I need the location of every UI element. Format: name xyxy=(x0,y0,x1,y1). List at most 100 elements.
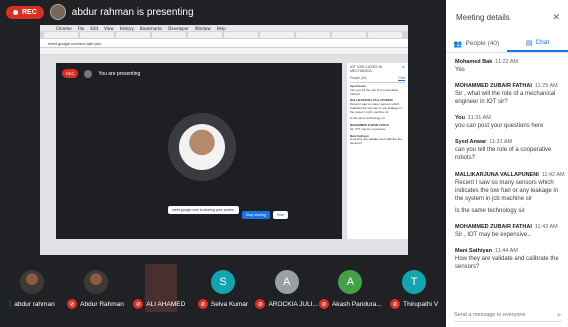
message-author: MOHAMMED ZUBAIR FATHAI xyxy=(455,223,532,230)
participant-label: ⊘ Akash Pandura... xyxy=(318,299,382,309)
mic-off-icon: ⊘ xyxy=(255,299,266,309)
shared-screen: Chrome File Edit View History Bookmarks Develo… xyxy=(40,25,408,255)
message-author: Mani Sathiyan xyxy=(455,248,492,255)
send-icon[interactable]: ➤ xyxy=(556,311,562,319)
inner-message-text: Is the same technology sir xyxy=(350,116,385,121)
chat-icon: ▤ xyxy=(525,39,533,47)
participant-label: ⊘ Selva Kumar xyxy=(197,299,248,309)
message-author: MOHAMMED ZUBAIR FATHAI xyxy=(455,83,532,90)
browser-tab xyxy=(224,32,258,38)
message-header: MOHAMMED ZUBAIR FATHAI 11:43 AM xyxy=(455,224,562,230)
tab-people-label: People (40) xyxy=(465,40,500,47)
message-header: Syed Anwar 11:31 AM xyxy=(455,139,562,145)
meeting-details-panel: Meeting details ✕ 👥 People (40) ▤ Chat M… xyxy=(446,0,568,327)
participant-name: AROCKIA JULI... xyxy=(268,300,318,308)
message-input[interactable] xyxy=(454,311,549,318)
participant-name: Akash Pandura... xyxy=(331,300,382,308)
message-composer: ➤ xyxy=(454,308,562,322)
tab-people[interactable]: 👥 People (40) xyxy=(446,35,507,52)
mac-menu-item: Bookmarks xyxy=(139,25,163,31)
address-text: meet.google.com/rnx-iqfn-wzc xyxy=(48,40,102,46)
inner-presenting-text: You are presenting xyxy=(98,70,141,77)
chat-message: MALLIKARJUNA VALLAPUNENI 11:42 AM Recent I… xyxy=(455,172,565,215)
message-time: 11:31 AM xyxy=(467,115,491,122)
chat-message: You 11:31 AM you can post your questions h… xyxy=(455,115,562,130)
message-header: MOHAMMED ZUBAIR FATHAI 11:29 AM xyxy=(455,83,562,89)
stop-sharing-button: Stop sharing xyxy=(242,210,270,219)
browser-tab xyxy=(80,32,114,38)
participant-name: ALI AHAMED xyxy=(146,300,186,308)
inner-message-list: Syed Anwar can you tell the role of a coo… xyxy=(350,84,405,146)
browser-tab xyxy=(188,32,222,38)
mac-menu-item: Chrome xyxy=(56,25,72,31)
message-header: You 11:31 AM xyxy=(455,115,562,121)
message-time: 11:43 AM xyxy=(534,223,558,230)
mac-menu-item: Edit xyxy=(90,25,99,31)
inner-chat-message: MALLIKARJUNA VALLAPUNENI Recent I saw so … xyxy=(350,99,405,114)
mac-menu-item: Developer xyxy=(168,25,189,31)
message-author: You xyxy=(455,115,465,122)
chat-message: Mohamed Bak 11:22 AM Yes xyxy=(455,59,562,74)
inner-chat-message: Mani Sathiyan How they are validate and c… xyxy=(350,134,405,146)
browser-tab xyxy=(44,32,78,38)
message-text: Sir , IOT may be expensive.. xyxy=(455,231,531,238)
participant-avatar: T xyxy=(402,270,427,294)
participant-avatar: S xyxy=(210,270,235,294)
message-text: Is the same technology sir xyxy=(455,207,525,214)
participant-avatar: A xyxy=(274,270,299,294)
tab-chat[interactable]: ▤ Chat xyxy=(507,35,568,52)
inner-participant-tile xyxy=(168,113,236,181)
mic-off-icon: ⊘ xyxy=(318,299,329,309)
inner-avatar xyxy=(84,69,93,78)
inner-close-icon: ✕ xyxy=(401,65,405,69)
sharing-message: meet.google.com is sharing your screen. xyxy=(168,206,240,214)
inner-panel-tabs: People (40) Chat xyxy=(350,76,405,83)
people-icon: 👥 xyxy=(453,40,463,48)
mac-menu-item: File xyxy=(77,25,85,31)
panel-title: Meeting details xyxy=(456,13,510,22)
audio-level-icon: ⁞ xyxy=(8,300,12,309)
mic-off-icon: ⊘ xyxy=(67,299,78,309)
participant-avatar xyxy=(19,270,44,294)
mic-off-icon: ⊘ xyxy=(133,299,144,309)
participant-name: abdur rahman xyxy=(14,301,55,308)
inner-message-text: can you tell the role of a cooperative r… xyxy=(350,87,399,96)
message-time: 11:22 AM xyxy=(495,59,519,65)
inner-rec-badge: REC xyxy=(62,69,79,78)
panel-header: Meeting details ✕ xyxy=(446,0,568,23)
browser-tab xyxy=(116,32,150,38)
participant-tile: ⊘ ALI AHAMED xyxy=(127,264,191,327)
rec-label: REC xyxy=(22,8,37,16)
message-time: 11:31 AM xyxy=(489,139,513,146)
participant-name: Thirupathi V xyxy=(403,300,439,308)
mac-menu-item: History xyxy=(119,25,134,31)
inner-chat-panel: IOT USE CASES IN MECHANICA... ✕ People (… xyxy=(346,63,408,239)
bookmarks-bar xyxy=(40,48,408,55)
message-header: MALLIKARJUNA VALLAPUNENI 11:42 AM xyxy=(455,172,565,178)
chat-message: MOHAMMED ZUBAIR FATHAI 11:43 AM Sir , IOT … xyxy=(455,224,562,239)
message-header: Mohamed Bak 11:22 AM xyxy=(455,59,562,65)
message-author: Mohamed Bak xyxy=(455,59,493,65)
close-icon[interactable]: ✕ xyxy=(552,12,560,23)
inner-chat-message: Is the same technology sir xyxy=(350,116,405,121)
message-header: Mani Sathiyan 11:44 AM xyxy=(455,248,562,254)
participant-name: Abdur Rahman xyxy=(80,300,124,308)
chat-message-list: Mohamed Bak 11:22 AM Yes MOHAMMED ZUBAIR FA… xyxy=(446,53,568,271)
inner-chat-message: MOHAMMED ZUBAIR FATHAI Sir, IOT may be ex… xyxy=(350,123,405,132)
inner-message-text: Recent I saw so many sensors which indic… xyxy=(350,102,402,114)
message-text: Yes xyxy=(455,67,465,73)
mac-menu-item: View xyxy=(104,25,114,31)
meeting-stage: REC abdur rahman is presenting Chrome Fil… xyxy=(0,0,446,327)
participant-tile: A ⊘ AROCKIA JULI... xyxy=(255,264,319,327)
browser-tab xyxy=(296,32,330,38)
participant-avatar xyxy=(83,270,108,294)
participant-tile: ⁞ abdur rahman xyxy=(0,264,64,327)
record-dot-icon xyxy=(13,9,18,15)
chat-message: MOHAMMED ZUBAIR FATHAI 11:29 AM Sir , what… xyxy=(455,83,562,106)
inner-chat-message: Syed Anwar can you tell the role of a coo… xyxy=(350,84,405,96)
message-text: can you tell the role of a cooperative r… xyxy=(455,147,552,162)
inner-panel-title-text: IOT USE CASES IN MECHANICA... xyxy=(350,65,383,73)
inner-message-text: Sir, IOT may be expensive.. xyxy=(350,126,387,131)
participant-tile: S ⊘ Selva Kumar xyxy=(191,264,255,327)
participant-tile: T ⊘ Thirupathi V xyxy=(382,264,446,327)
